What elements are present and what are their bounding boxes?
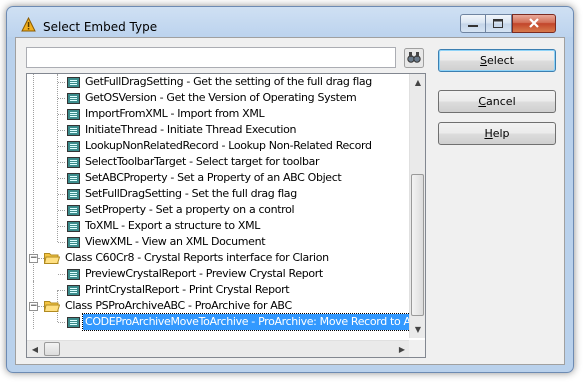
tree-item[interactable]: SetABCProperty - Set a Property of an AB… (57, 170, 343, 186)
embed-method-icon (67, 157, 80, 168)
embed-method-icon (67, 237, 80, 248)
cancel-button[interactable]: Cancel (438, 90, 556, 113)
horizontal-scrollbar[interactable]: ◀ ▶ (27, 340, 410, 357)
tree-item[interactable]: GetOSVersion - Get the Version of Operat… (57, 90, 358, 106)
scrollbar-corner (409, 340, 425, 357)
tree-rows: GetFullDragSetting - Get the setting of … (27, 74, 410, 338)
embed-method-icon (67, 125, 80, 136)
tree-item[interactable]: LookupNonRelatedRecord - Lookup Non-Rela… (57, 138, 374, 154)
embed-tree[interactable]: GetFullDragSetting - Get the setting of … (26, 73, 426, 358)
tree-item[interactable]: GetFullDragSetting - Get the setting of … (57, 74, 374, 90)
embed-method-icon (67, 189, 80, 200)
select-button[interactable]: Select (438, 49, 556, 72)
embed-method-icon (67, 205, 80, 216)
embed-method-icon (67, 109, 80, 120)
tree-item[interactable]: ImportFromXML - Import from XML (57, 106, 266, 122)
title-bar[interactable]: Select Embed Type (7, 7, 573, 37)
embed-method-icon (67, 141, 80, 152)
vertical-scrollbar[interactable]: ▲ ▼ (409, 74, 425, 338)
scroll-left-icon[interactable]: ◀ (27, 341, 43, 357)
embed-method-icon (67, 317, 80, 328)
tree-item-selected[interactable]: CODEProArchiveMoveToArchive - ProArchive… (57, 313, 410, 331)
dialog-client-area: GetFullDragSetting - Get the setting of … (15, 37, 565, 365)
embed-method-icon (67, 285, 80, 296)
horizontal-scroll-thumb[interactable] (44, 342, 60, 356)
vertical-scroll-thumb[interactable] (411, 174, 424, 316)
close-icon (529, 18, 539, 28)
tree-item[interactable]: SetFullDragSetting - Set the full drag f… (57, 186, 299, 202)
embed-method-icon (67, 77, 80, 88)
open-folder-icon (44, 253, 60, 264)
tree-item[interactable]: PrintCrystalReport - Print Crystal Repor… (57, 282, 291, 298)
tree-item[interactable]: InitiateThread - Initiate Thread Executi… (57, 122, 298, 138)
scroll-down-icon[interactable]: ▼ (410, 321, 425, 338)
tree-class-node[interactable]: − Class C60Cr8 - Crystal Reports interfa… (29, 250, 331, 266)
embed-method-icon (67, 173, 80, 184)
close-button[interactable] (512, 14, 556, 33)
binoculars-icon (404, 48, 424, 68)
minimize-icon (468, 25, 478, 27)
embed-method-icon (67, 221, 80, 232)
search-button[interactable] (404, 48, 424, 68)
collapse-toggle[interactable]: − (29, 254, 38, 263)
search-input[interactable] (26, 47, 396, 68)
tree-item[interactable]: SetProperty - Set a property on a contro… (57, 202, 296, 218)
embed-method-icon (67, 93, 80, 104)
minimize-button[interactable] (460, 14, 486, 33)
maximize-icon (493, 19, 503, 28)
scroll-right-icon[interactable]: ▶ (394, 341, 410, 357)
tree-item[interactable]: SelectToolbarTarget - Select target for … (57, 154, 321, 170)
tree-class-node[interactable]: − Class PSProArchiveABC - ProArchive for… (29, 298, 294, 314)
tree-item[interactable]: ViewXML - View an XML Document (57, 234, 267, 250)
warning-triangle-icon (21, 17, 36, 32)
embed-method-icon (67, 269, 80, 280)
tree-item[interactable]: PreviewCrystalReport - Preview Crystal R… (57, 266, 325, 282)
window-title: Select Embed Type (43, 20, 158, 34)
tree-item[interactable]: ToXML - Export a structure to XML (57, 218, 262, 234)
collapse-toggle[interactable]: − (29, 302, 38, 311)
help-button[interactable]: Help (438, 122, 556, 145)
open-folder-icon (44, 301, 60, 312)
select-embed-type-window: Select Embed Type GetFullDragSetting - G… (6, 6, 574, 373)
maximize-button[interactable] (486, 14, 512, 33)
scroll-up-icon[interactable]: ▲ (410, 74, 425, 91)
